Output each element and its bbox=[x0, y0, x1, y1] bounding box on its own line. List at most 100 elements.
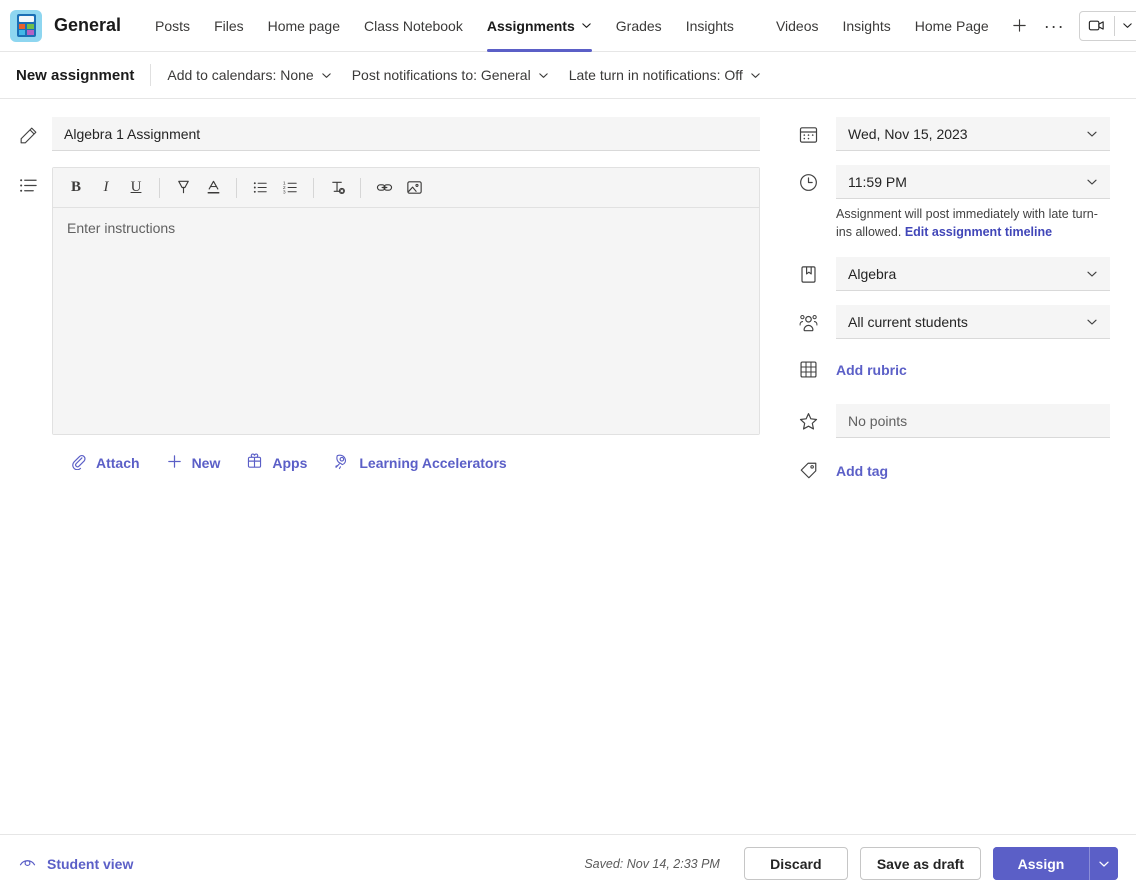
bold-button[interactable]: B bbox=[61, 174, 91, 202]
add-to-calendars-label: Add to calendars: None bbox=[167, 67, 313, 83]
tab-label: Videos bbox=[776, 18, 819, 34]
divider bbox=[360, 178, 361, 198]
class-dropdown[interactable]: Algebra bbox=[836, 257, 1110, 291]
chevron-down-icon bbox=[750, 70, 761, 81]
late-turn-in-label: Late turn in notifications: Off bbox=[569, 67, 743, 83]
divider bbox=[313, 178, 314, 198]
teams-assignment-page: General Posts Files Home page Class Note… bbox=[0, 0, 1136, 892]
post-notifications-dropdown[interactable]: Post notifications to: General bbox=[352, 67, 549, 83]
due-date-value: Wed, Nov 15, 2023 bbox=[848, 126, 968, 142]
tab-videos[interactable]: Videos bbox=[764, 0, 831, 52]
assign-dropdown-button[interactable] bbox=[1090, 847, 1118, 880]
tab-posts[interactable]: Posts bbox=[143, 0, 202, 52]
instructions-input[interactable]: Enter instructions bbox=[53, 208, 759, 434]
footer-actions: Saved: Nov 14, 2:33 PM Discard Save as d… bbox=[584, 847, 1118, 880]
tab-label: Files bbox=[214, 18, 244, 34]
due-date-dropdown[interactable]: Wed, Nov 15, 2023 bbox=[836, 117, 1110, 151]
learning-accelerators-button[interactable]: Learning Accelerators bbox=[333, 453, 506, 473]
channel-tabs: Posts Files Home page Class Notebook Ass… bbox=[143, 0, 1038, 52]
chevron-down-icon bbox=[1086, 176, 1098, 188]
post-notifications-label: Post notifications to: General bbox=[352, 67, 531, 83]
highlight-icon[interactable] bbox=[168, 174, 198, 202]
rubric-row: Add rubric bbox=[790, 359, 1110, 380]
late-turn-in-notifications-dropdown[interactable]: Late turn in notifications: Off bbox=[569, 67, 761, 83]
tab-files[interactable]: Files bbox=[202, 0, 256, 52]
points-input[interactable]: No points bbox=[836, 404, 1110, 438]
chevron-down-icon bbox=[1122, 20, 1133, 31]
insert-image-icon[interactable] bbox=[399, 174, 429, 202]
add-tag-button[interactable]: Add tag bbox=[836, 463, 1110, 479]
instructions-editor: B I U bbox=[52, 167, 760, 435]
assign-button-group: Assign bbox=[993, 847, 1118, 880]
due-time-value: 11:59 PM bbox=[848, 174, 907, 190]
students-dropdown[interactable]: All current students bbox=[836, 305, 1110, 339]
apps-button[interactable]: Apps bbox=[246, 453, 307, 473]
tab-label: Home page bbox=[268, 18, 340, 34]
due-time-dropdown[interactable]: 11:59 PM bbox=[836, 165, 1110, 199]
tag-row: Add tag bbox=[790, 460, 1110, 481]
due-time-row: 11:59 PM bbox=[790, 165, 1110, 199]
numbered-list-icon[interactable]: 123 bbox=[275, 174, 305, 202]
new-label: New bbox=[192, 455, 221, 471]
assignment-toolbar-title: New assignment bbox=[16, 67, 150, 84]
edit-assignment-timeline-link[interactable]: Edit assignment timeline bbox=[905, 225, 1052, 239]
tab-label: Insights bbox=[843, 18, 891, 34]
divider bbox=[150, 64, 151, 86]
italic-button[interactable]: I bbox=[91, 174, 121, 202]
assignment-timeline-note: Assignment will post immediately with la… bbox=[836, 205, 1110, 241]
video-camera-icon[interactable] bbox=[1080, 12, 1114, 40]
student-view-button[interactable]: Student view bbox=[18, 853, 133, 875]
clock-icon bbox=[790, 172, 836, 193]
tab-label: Posts bbox=[155, 18, 190, 34]
add-rubric-button[interactable]: Add rubric bbox=[836, 362, 1110, 378]
apps-label: Apps bbox=[272, 455, 307, 471]
assign-button[interactable]: Assign bbox=[993, 847, 1089, 880]
attach-label: Attach bbox=[96, 455, 140, 471]
tab-assignments[interactable]: Assignments bbox=[475, 0, 604, 52]
apps-icon bbox=[246, 453, 263, 473]
assignment-left-column: Algebra 1 Assignment B I U bbox=[0, 99, 784, 892]
assignment-resources-row: Attach New Apps bbox=[70, 453, 784, 473]
attach-button[interactable]: Attach bbox=[70, 453, 140, 473]
student-view-label: Student view bbox=[47, 856, 133, 872]
font-color-icon[interactable] bbox=[198, 174, 228, 202]
underline-button[interactable]: U bbox=[121, 174, 151, 202]
rocket-icon bbox=[333, 453, 350, 473]
calendar-icon bbox=[790, 124, 836, 145]
tab-home-page[interactable]: Home page bbox=[256, 0, 352, 52]
students-value: All current students bbox=[848, 314, 968, 330]
bulleted-list-icon[interactable] bbox=[245, 174, 275, 202]
save-as-draft-button[interactable]: Save as draft bbox=[860, 847, 981, 880]
tab-label: Assignments bbox=[487, 18, 575, 34]
chevron-down-icon bbox=[538, 70, 549, 81]
tag-icon bbox=[790, 460, 836, 481]
tab-label: Class Notebook bbox=[364, 18, 463, 34]
assignment-toolbar: New assignment Add to calendars: None Po… bbox=[0, 52, 1136, 99]
assignment-title-input[interactable]: Algebra 1 Assignment bbox=[52, 117, 760, 151]
tab-insights[interactable]: Insights bbox=[674, 0, 746, 52]
tab-label: Home Page bbox=[915, 18, 989, 34]
discard-button[interactable]: Discard bbox=[744, 847, 848, 880]
tab-home-page-secondary[interactable]: Home Page bbox=[903, 0, 1001, 52]
meet-dropdown-button[interactable] bbox=[1115, 12, 1136, 40]
clear-formatting-icon[interactable] bbox=[322, 174, 352, 202]
add-to-calendars-dropdown[interactable]: Add to calendars: None bbox=[167, 67, 331, 83]
people-icon bbox=[790, 312, 836, 333]
chevron-down-icon bbox=[1086, 268, 1098, 280]
tab-insights-secondary[interactable]: Insights bbox=[831, 0, 903, 52]
new-button[interactable]: New bbox=[166, 453, 221, 473]
more-options-button[interactable]: ··· bbox=[1038, 17, 1071, 35]
insert-link-icon[interactable] bbox=[369, 174, 399, 202]
calculator-icon bbox=[10, 10, 42, 42]
eye-icon bbox=[18, 853, 37, 875]
page-title: General bbox=[54, 15, 121, 36]
saved-status: Saved: Nov 14, 2:33 PM bbox=[584, 857, 720, 871]
tab-class-notebook[interactable]: Class Notebook bbox=[352, 0, 475, 52]
grid-icon bbox=[790, 359, 836, 380]
rich-text-toolbar: B I U bbox=[53, 168, 759, 208]
svg-text:3: 3 bbox=[282, 190, 285, 196]
chevron-down-icon bbox=[1086, 128, 1098, 140]
tab-grades[interactable]: Grades bbox=[604, 0, 674, 52]
add-tab-button[interactable] bbox=[1001, 17, 1038, 34]
channel-header: General Posts Files Home page Class Note… bbox=[0, 0, 1136, 52]
